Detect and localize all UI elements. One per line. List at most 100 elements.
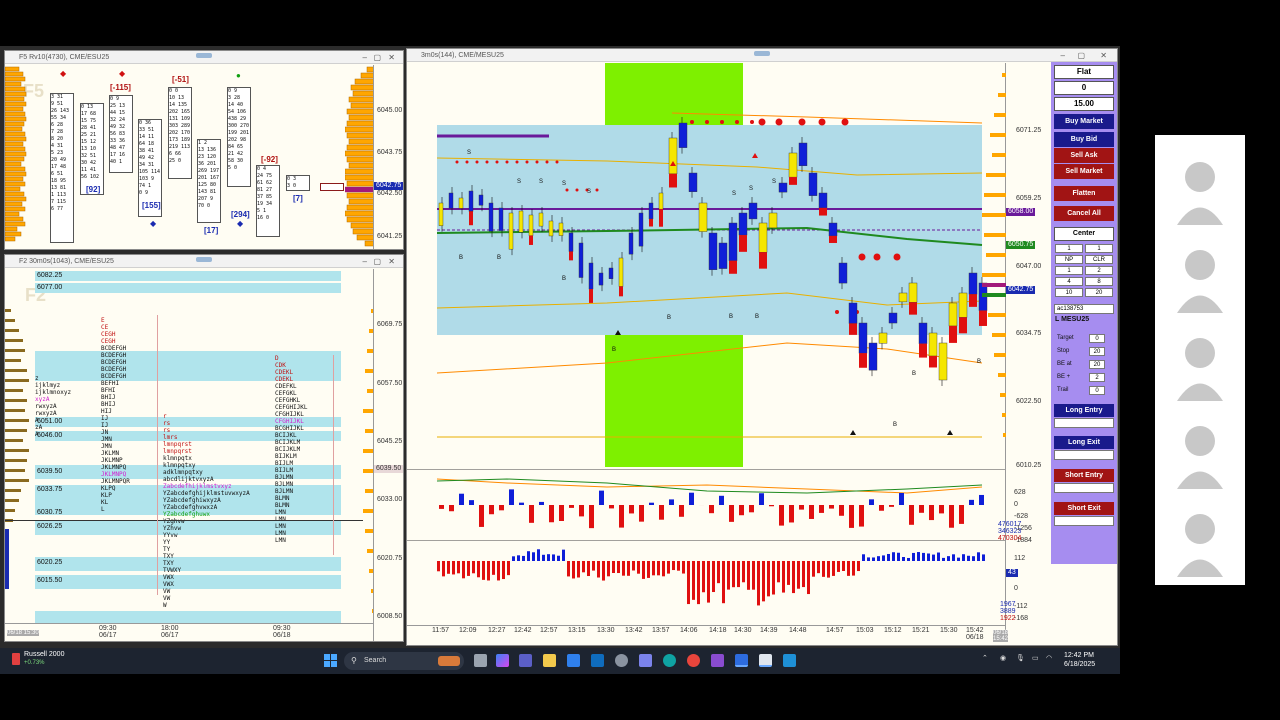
account-select[interactable]: ac138753 [1054,304,1114,314]
np-button[interactable]: NP [1055,255,1083,264]
long-exit-button[interactable]: Long Exit [1054,436,1114,449]
footprint-column[interactable]: 0 13 17 68 15 75 28 41 25 21 15 12 13 10 32 51 3… [80,103,104,195]
footprint-window-titlebar[interactable]: F5 Rv10(4730), CME/ESU25 – ▢ ✕ [5,51,403,64]
qty-preset-button[interactable]: 2 [1085,266,1113,275]
display-icon[interactable]: ▭ [1032,654,1039,662]
footprint-column[interactable]: 0 4 24 75 61 62 81 27 37 85 19 34 5 1 16 0 [256,165,280,237]
be-plus-input[interactable]: 2 [1089,373,1105,382]
stop-input[interactable]: 20 [1089,347,1105,356]
target-input[interactable]: 0 [1089,334,1105,343]
minimize-icon[interactable]: – [363,51,367,64]
windows-start-icon[interactable] [324,654,337,667]
participant-avatar-icon[interactable] [1175,507,1225,577]
close-icon[interactable]: ✕ [1100,49,1107,62]
tpo-price-axis[interactable]: 6069.75 6057.50 6045.25 6033.00 6020.75 … [373,269,403,641]
buy-bid-button[interactable]: Buy Bid [1054,132,1114,147]
short-entry-select[interactable] [1054,483,1114,493]
clock-time[interactable]: 12:42 PM [1064,652,1094,659]
clock-date[interactable]: 6/18/2025 [1064,661,1095,668]
qty-preset-button[interactable]: 10 [1055,288,1083,297]
price-axis-label: 6057.50 [377,380,403,387]
store-icon[interactable] [567,654,580,667]
trading-app-icon[interactable] [735,654,748,667]
flatten-button[interactable]: Flatten [1054,186,1114,201]
long-exit-select[interactable] [1054,450,1114,460]
drag-grip-icon[interactable] [196,53,212,58]
visual-studio-icon[interactable] [711,654,724,667]
teams-icon[interactable] [519,654,532,667]
time-axis-label: 15:03 [856,627,874,634]
qty-preset-button[interactable]: 1 [1055,266,1083,275]
buy-market-button[interactable]: Buy Market [1054,114,1114,129]
oscillator-1[interactable] [407,469,1013,541]
qty-preset-button[interactable]: 20 [1085,288,1113,297]
maximize-icon[interactable]: ▢ [373,255,381,268]
drag-grip-icon[interactable] [196,257,212,262]
quantity-display[interactable]: 0 [1054,81,1114,95]
footprint-column[interactable]: 3 31 9 51 26 143 55 34 6 28 7 28 8 20 4 31 5 23 2… [50,93,74,243]
tpo-time-axis[interactable]: 06/18 15:30 09:30 06/17 18:00 06/17 09:3… [5,623,373,641]
main-window-titlebar[interactable]: 3m0s(144), CME/MESU25 – ▢ ✕ [407,49,1117,62]
main-chart-window[interactable]: 3m0s(144), CME/MESU25 – ▢ ✕ S S S S S S … [406,48,1118,646]
footprint-column[interactable]: 0 93 28 14 40 54 106 438 29 300 270 199 201 20… [227,87,251,187]
tray-chevron-icon[interactable]: ⌃ [982,654,988,662]
center-button[interactable]: Center [1054,227,1114,241]
qty-preset-button[interactable]: 1 [1085,244,1113,253]
long-entry-button[interactable]: Long Entry [1054,404,1114,417]
microphone-icon[interactable]: 🎙 [1016,654,1025,662]
teams-chat-icon[interactable] [639,654,652,667]
minimize-icon[interactable]: – [1061,49,1065,62]
task-view-icon[interactable] [474,654,487,667]
short-exit-select[interactable] [1054,516,1114,526]
outlook-icon[interactable] [591,654,604,667]
tpo-chart-window[interactable]: F2 30m0s(1043), CME/ESU25 – ▢ ✕ F2 6082.… [4,254,404,642]
app-icon[interactable] [783,654,796,667]
tpo-window-titlebar[interactable]: F2 30m0s(1043), CME/ESU25 – ▢ ✕ [5,255,403,268]
price-offset-display[interactable]: 15.00 [1054,97,1114,111]
footprint-column[interactable]: 0 33 0 [286,175,310,191]
copilot-icon[interactable] [496,654,509,667]
qty-preset-button[interactable]: 4 [1055,277,1083,286]
cancel-all-button[interactable]: Cancel All [1054,206,1114,221]
tpo-level-label: 6030.75 [37,509,63,516]
main-price-chart[interactable]: S S S S S S S S B B B B B B B B B B [407,63,1013,467]
short-entry-button[interactable]: Short Entry [1054,469,1114,482]
svg-text:B: B [729,314,733,320]
close-icon[interactable]: ✕ [388,255,395,268]
drag-grip-icon[interactable] [754,51,770,56]
footprint-column[interactable]: 0 0 10 13 14 135 202 165 131 109 303 289 202 1… [168,87,192,179]
file-explorer-icon[interactable] [543,654,556,667]
qty-input[interactable]: 1 [1055,244,1083,253]
participant-avatar-icon[interactable] [1175,155,1225,225]
participant-avatar-icon[interactable] [1175,243,1225,313]
settings-gear-icon[interactable] [615,654,628,667]
clr-button[interactable]: CLR [1085,255,1113,264]
short-exit-button[interactable]: Short Exit [1054,502,1114,515]
footprint-price-axis[interactable]: 6045.00 6043.75 6042.50 6041.25 6042.75 [373,65,403,249]
taskbar-search-box[interactable]: ⚲ Search [344,652,464,670]
maximize-icon[interactable]: ▢ [1077,49,1085,62]
footprint-column[interactable]: 0 9 25 13 44 15 32 24 49 32 56 83 33 36 48 47 17… [109,95,133,173]
ticker-widget[interactable]: Russell 2000 +0.73% [12,651,82,671]
participant-avatar-icon[interactable] [1175,419,1225,489]
footprint-chart-window[interactable]: F5 Rv10(4730), CME/ESU25 – ▢ ✕ F5 3 31 9 … [4,50,404,250]
order-entry-panel[interactable]: Flat 0 15.00 Buy Market Buy Bid Sell Ask… [1051,62,1117,564]
wifi-icon[interactable]: ◠ [1046,654,1052,662]
qty-preset-button[interactable]: 8 [1085,277,1113,286]
minimize-icon[interactable]: – [363,255,367,268]
sell-ask-button[interactable]: Sell Ask [1054,148,1114,163]
participant-avatar-icon[interactable] [1175,331,1225,401]
maximize-icon[interactable]: ▢ [373,51,381,64]
main-time-axis[interactable]: 11:57 12:09 12:27 12:42 12:57 13:15 13:3… [407,625,1009,645]
close-icon[interactable]: ✕ [388,51,395,64]
long-entry-select[interactable] [1054,418,1114,428]
footprint-column[interactable] [320,183,344,191]
chrome-icon[interactable] [687,654,700,667]
footprint-column[interactable]: 1 2 13 136 23 120 36 201 269 197 201 167 125 8… [197,139,221,223]
be-at-input[interactable]: 20 [1089,360,1105,369]
oscillator-2[interactable] [407,543,1013,635]
trail-input[interactable]: 0 [1089,386,1105,395]
sell-market-button[interactable]: Sell Market [1054,164,1114,179]
chart-window-icon[interactable] [759,654,772,667]
edge-icon[interactable] [663,654,676,667]
